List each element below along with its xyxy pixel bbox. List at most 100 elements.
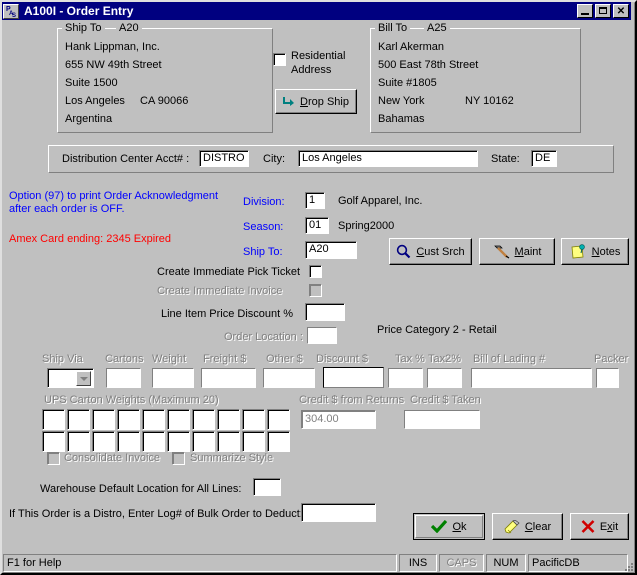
freight-input [201, 368, 256, 388]
ups-carton-weight-input [192, 409, 215, 430]
ups-carton-weight-input [217, 431, 240, 452]
bill-to-legend: Bill To [375, 22, 411, 34]
close-button[interactable]: ✕ [613, 4, 629, 18]
hammer-icon [493, 245, 509, 259]
ok-label: Ok [452, 520, 467, 533]
season-input[interactable]: 01 [305, 217, 329, 234]
status-num: NUM [486, 554, 526, 572]
maximize-button[interactable] [595, 4, 611, 18]
shipto-input[interactable]: A20 [305, 241, 357, 259]
line-discount-label: Line Item Price Discount % [161, 308, 294, 320]
ok-button[interactable]: Ok [413, 513, 485, 540]
price-category-label: Price Category 2 - Retail [377, 324, 497, 336]
distro-order-label: If This Order is a Distro, Enter Log# of… [9, 508, 303, 520]
cust-srch-label: Cust Srch [416, 245, 465, 258]
chevron-down-icon [76, 371, 91, 386]
exit-label: Exit [599, 520, 619, 533]
green-check-icon [431, 520, 448, 533]
ups-carton-weight-input [142, 431, 165, 452]
distro-order-input[interactable] [301, 503, 376, 522]
residential-label-line1: Residential [291, 50, 346, 62]
statusbar: F1 for Help INS CAPS NUM PacificDB [3, 554, 628, 572]
division-label: Division: [243, 196, 285, 208]
ship-to-line-1: Hank Lippman, Inc. [65, 41, 160, 53]
other-input [263, 368, 315, 388]
tax-input [388, 368, 423, 388]
ups-carton-weight-input [167, 431, 190, 452]
division-input[interactable]: 1 [305, 192, 325, 209]
titlebar[interactable]: PAS A100I - Order Entry ✕ [2, 2, 631, 20]
status-caps: CAPS [439, 554, 484, 572]
notes-icon [571, 243, 585, 258]
ship-to-city: Los Angeles [65, 95, 125, 107]
col-header-freight: Freight $ [203, 353, 247, 365]
ups-carton-weight-input [167, 409, 190, 430]
maint-label: Maint [514, 245, 542, 258]
state-label: State: [491, 153, 520, 165]
shipto-field-label: Ship To: [243, 246, 283, 258]
col-header-ship-via: Ship Via [42, 353, 83, 365]
bill-to-line-1: Karl Akerman [378, 41, 445, 53]
ups-carton-weight-input [117, 431, 140, 452]
bol-input [471, 368, 592, 388]
clear-label: Clear [524, 520, 552, 533]
minimize-button[interactable] [577, 4, 593, 18]
summarize-style-label: Summarize Style [190, 452, 274, 464]
notes-button[interactable]: Notes [561, 238, 629, 265]
resize-grip[interactable] [621, 559, 633, 571]
ups-carton-weight-input [142, 409, 165, 430]
notes-label: Notes [591, 245, 621, 258]
exit-button[interactable]: Exit [570, 513, 629, 540]
ups-carton-weight-input [267, 409, 290, 430]
col-header-discount: Discount $ [316, 353, 368, 365]
ship-to-line-3: Suite 1500 [65, 77, 118, 89]
bill-to-state-zip: NY 10162 [465, 95, 514, 107]
state-input[interactable]: DE [531, 150, 557, 167]
status-ins: INS [399, 554, 437, 572]
city-input[interactable]: Los Angeles [298, 150, 478, 167]
ups-carton-weight-input [242, 431, 265, 452]
drop-ship-button[interactable]: Drop Ship [275, 89, 357, 114]
col-header-tax: Tax % [395, 353, 425, 365]
warehouse-default-input[interactable] [253, 478, 281, 496]
status-db: PacificDB [528, 554, 628, 572]
distribution-acct-input[interactable]: DISTRO [199, 150, 249, 167]
card-warning-message: Amex Card ending: 2345 Expired [9, 233, 172, 245]
bill-to-city: New York [378, 95, 425, 107]
pick-ticket-checkbox[interactable] [309, 265, 322, 278]
ups-carton-weight-input [92, 431, 115, 452]
order-location-label: Order Location : [224, 331, 303, 343]
option-message-line2: after each order is OFF. [9, 203, 125, 215]
bill-to-line-3: Suite #1805 [378, 77, 437, 89]
residential-label-line2: Address [291, 64, 332, 76]
maint-button[interactable]: Maint [479, 238, 555, 265]
ups-carton-weight-input [67, 409, 90, 430]
distribution-acct-label: Distribution Center Acct# : [62, 153, 190, 165]
division-name: Golf Apparel, Inc. [338, 195, 423, 207]
order-entry-window: PAS A100I - Order Entry ✕ Ship To A20 Ha… [0, 0, 637, 575]
option-message-line1: Option (97) to print Order Acknowledgmen… [9, 190, 219, 202]
ups-carton-weight-input [242, 409, 265, 430]
order-location-input [307, 327, 337, 344]
col-header-tax2: Tax2% [428, 353, 462, 365]
magnifier-icon [397, 244, 411, 259]
cartons-input [106, 368, 141, 388]
residential-address-checkbox[interactable] [273, 53, 286, 66]
window-title: A100I - Order Entry [24, 4, 134, 18]
ups-carton-weight-input [42, 431, 65, 452]
cust-srch-button[interactable]: Cust Srch [389, 238, 472, 265]
red-x-icon [581, 520, 595, 533]
pick-ticket-label: Create Immediate Pick Ticket [157, 266, 301, 278]
ups-carton-weight-input [267, 431, 290, 452]
col-header-packer: Packer [594, 353, 629, 365]
titlebar-buttons: ✕ [577, 4, 629, 18]
credit-taken-label: Credit $ Taken [410, 394, 481, 406]
warehouse-default-label: Warehouse Default Location for All Lines… [40, 483, 242, 495]
col-header-bol: Bill of Lading # [473, 353, 546, 365]
app-icon: PAS [3, 3, 19, 19]
col-header-other: Other $ [266, 353, 303, 365]
clear-button[interactable]: Clear [492, 513, 563, 540]
line-discount-input[interactable] [305, 303, 345, 321]
ups-carton-weight-input [67, 431, 90, 452]
ups-carton-weight-input [192, 431, 215, 452]
